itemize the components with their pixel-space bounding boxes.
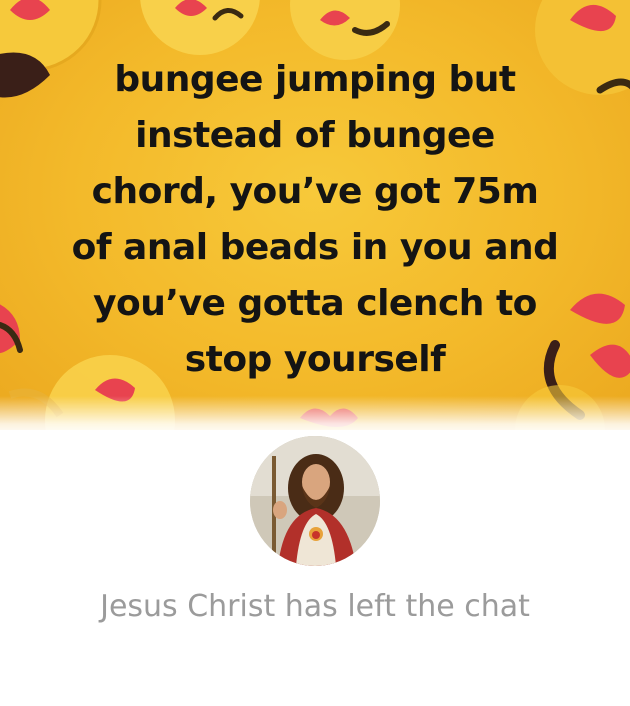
caption-line: chord, you’ve got 75m bbox=[91, 171, 539, 212]
jesus-portrait-icon bbox=[250, 436, 380, 566]
caption-line: instead of bungee bbox=[135, 115, 495, 156]
caption-line: you’ve gotta clench to bbox=[93, 283, 537, 324]
caption-line: stop yourself bbox=[184, 339, 446, 380]
caption-line: bungee jumping but bbox=[114, 59, 516, 100]
left-chat-notice: Jesus Christ has left the chat bbox=[100, 589, 530, 624]
image-fade bbox=[0, 396, 630, 436]
avatar bbox=[250, 436, 380, 566]
caption-line: of anal beads in you and bbox=[71, 227, 559, 268]
meme-image: bungee jumping but instead of bungee cho… bbox=[0, 0, 630, 430]
screenshot: bungee jumping but instead of bungee cho… bbox=[0, 0, 630, 706]
meme-caption: bungee jumping but instead of bungee cho… bbox=[30, 52, 600, 388]
